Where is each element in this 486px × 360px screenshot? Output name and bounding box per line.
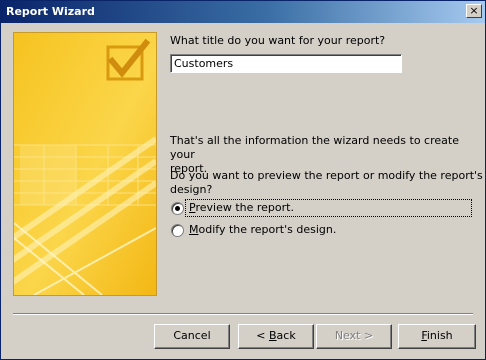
report-title-input[interactable]	[170, 54, 402, 73]
back-button[interactable]: < Back	[238, 324, 314, 349]
preview-question-line-1: Do you want to preview the report or mod…	[170, 169, 483, 182]
preview-report-label[interactable]: Preview the report.	[189, 201, 294, 214]
preview-question: Do you want to preview the report or mod…	[170, 169, 483, 197]
info-text-line-1: That's all the information the wizard ne…	[170, 134, 459, 161]
window-title: Report Wizard	[6, 5, 95, 18]
title-bar[interactable]: Report Wizard ×	[1, 1, 485, 23]
finish-button[interactable]: Finish	[398, 324, 476, 349]
report-wizard-window: Report Wizard × What title do you want f…	[0, 0, 486, 360]
radio-selected-dot	[175, 206, 180, 211]
modify-design-radio[interactable]	[171, 224, 184, 237]
cancel-button[interactable]: Cancel	[154, 324, 230, 349]
preview-question-line-2: design?	[170, 183, 213, 196]
preview-report-radio[interactable]	[171, 202, 184, 215]
modify-design-label[interactable]: Modify the report's design.	[189, 223, 336, 236]
close-button[interactable]: ×	[466, 4, 482, 18]
button-separator	[13, 313, 473, 315]
next-button[interactable]: Next >	[316, 324, 392, 349]
wizard-illustration	[13, 32, 157, 296]
report-wizard-checkmark-art-icon	[14, 33, 156, 295]
question-label: What title do you want for your report?	[170, 34, 386, 47]
